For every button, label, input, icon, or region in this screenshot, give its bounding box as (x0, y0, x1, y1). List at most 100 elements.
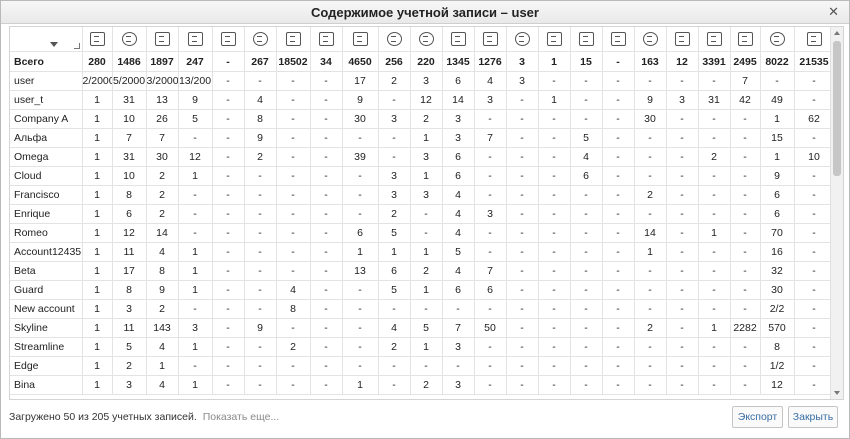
column-header[interactable] (178, 27, 213, 52)
table-row[interactable]: Company A 1 10 26 5-8- -30 3 2 3- - - - -30- - -1 62 (10, 109, 830, 129)
column-header[interactable] (760, 27, 795, 52)
table-cell: 9 (634, 90, 667, 110)
table-cell: 4 (570, 147, 603, 167)
table-cell: - (538, 223, 571, 243)
table-cell: - (378, 90, 411, 110)
show-more-link[interactable]: Показать еще... (203, 411, 280, 423)
table-row[interactable]: user_t 1 31 13 9-4- -9-12 14 3-1- -9 3 31 42 49- (10, 90, 830, 110)
table-cell: 9 (760, 166, 795, 186)
account-name-cell: Romeo (10, 223, 83, 243)
table-cell: 3 (442, 128, 475, 148)
table-row[interactable]: Bina 1 3 4 1- - - -1-2 3- - - - - - - - -12- (10, 375, 830, 395)
table-cell: - (244, 356, 277, 376)
column-header[interactable] (666, 27, 699, 52)
column-header[interactable] (794, 27, 830, 52)
table-cell: - (602, 318, 635, 338)
table-row[interactable]: Альфа 1 7 7- -9- - - -1 3 7- -5- - - - -15- (10, 128, 830, 148)
table-cell: - (378, 128, 411, 148)
table-row[interactable]: New account 1 3 2- - -8- - - - - - - - - - - - - -2/2- (10, 299, 830, 319)
column-header[interactable] (570, 27, 603, 52)
table-row[interactable]: Omega 1 31 30 12-2- -39-3 6- - -4- - -2-1 10 (10, 147, 830, 167)
name-column-header[interactable] (10, 27, 83, 52)
truck-icon (610, 32, 626, 46)
scrollbar-thumb[interactable] (833, 41, 841, 176)
table-scroll-area[interactable]: Всего 280 1486 1897 247-267 18502 34 4650 256 22… (10, 27, 830, 399)
table-row[interactable]: Guard 1 8 9 1- -4- -5 1 6 6- - - - - - - -30- (10, 280, 830, 300)
table-cell: - (378, 299, 411, 319)
column-header[interactable] (276, 27, 311, 52)
scroll-up-icon[interactable] (834, 31, 840, 35)
table-row[interactable]: Francisco 1 8 2- - - - - -3 3 4- - - - -2- - -6- (10, 185, 830, 205)
table-cell: 12 (112, 223, 147, 243)
table-row[interactable]: Romeo 1 12 14- - - - -6 5-4- - - - -14-1-70- (10, 223, 830, 243)
total-cell: 1 (538, 51, 571, 72)
column-header[interactable] (342, 27, 379, 52)
table-cell: - (212, 299, 245, 319)
column-header[interactable] (82, 27, 113, 52)
column-header[interactable] (602, 27, 635, 52)
table-cell: 3 (442, 109, 475, 129)
table-cell: - (666, 109, 699, 129)
table-cell: 9 (244, 128, 277, 148)
export-button[interactable]: Экспорт (732, 406, 783, 428)
table-cell: 4 (244, 90, 277, 110)
column-header[interactable] (410, 27, 443, 52)
table-cell: - (634, 261, 667, 281)
table-cell: - (310, 356, 343, 376)
table-row[interactable]: user 2/2000 5/2000 3/2000 13/200- - - -17 2 3 6 4 3-… (10, 71, 830, 91)
column-header[interactable] (112, 27, 147, 52)
column-header[interactable] (310, 27, 343, 52)
table-row[interactable]: Account12435 1 11 4 1- - - -1 1 1 5- - - - -1- - -16- (10, 242, 830, 262)
table-cell: - (474, 356, 507, 376)
column-header[interactable] (378, 27, 411, 52)
table-row[interactable]: Skyline 1 11 143 3-9- - -4 5 7 50- - - -2-1 2282 570- (10, 318, 830, 338)
total-cell: 220 (410, 51, 443, 72)
account-name-cell: Skyline (10, 318, 83, 338)
scroll-down-icon[interactable] (834, 391, 840, 395)
table-cell: 4 (146, 337, 179, 357)
column-header[interactable] (212, 27, 245, 52)
column-header[interactable] (698, 27, 731, 52)
table-row[interactable]: Edge 1 2 1- - - - - - - - - - - - - - - - - -1/2- (10, 356, 830, 376)
table-cell: - (506, 356, 539, 376)
table-row[interactable]: Cloud 1 10 2 1- - - - -3 1 6- - -6- - - - -9- (10, 166, 830, 186)
totals-label: Всего (10, 51, 83, 72)
close-icon[interactable]: ✕ (828, 5, 839, 19)
account-name-cell: Guard (10, 280, 83, 300)
column-header[interactable] (634, 27, 667, 52)
table-cell: - (794, 242, 830, 262)
close-button[interactable]: Закрыть (788, 406, 838, 428)
table-row[interactable]: Enrique 1 6 2- - - - - -2-4 3- - - - - - - -6- (10, 204, 830, 224)
table-cell: - (276, 166, 311, 186)
table-cell: 1 (82, 109, 113, 129)
table-cell: 1 (82, 223, 113, 243)
table-cell: - (244, 280, 277, 300)
column-header[interactable] (474, 27, 507, 52)
column-header[interactable] (506, 27, 539, 52)
table-cell: - (342, 185, 379, 205)
column-header[interactable] (538, 27, 571, 52)
table-cell: - (276, 223, 311, 243)
total-cell: - (212, 51, 245, 72)
table-cell: - (244, 261, 277, 281)
table-cell: - (698, 166, 731, 186)
table-cell: 5 (112, 337, 147, 357)
column-header[interactable] (244, 27, 277, 52)
table-cell: - (698, 337, 731, 357)
table-cell: - (474, 185, 507, 205)
column-header[interactable] (146, 27, 179, 52)
table-cell: 8 (112, 185, 147, 205)
table-row[interactable]: Beta 1 17 8 1- - - -13 6 2 4 7- - - - - - - -32- (10, 261, 830, 281)
table-row[interactable]: Streamline 1 5 4 1- -2- -2 1 3- - - - - - - - -8- (10, 337, 830, 357)
table-cell: 8 (276, 299, 311, 319)
table-cell: 7 (146, 128, 179, 148)
chevron-down-icon[interactable] (50, 42, 58, 47)
table-cell: 5/2000 (112, 71, 147, 91)
table-cell: 6 (112, 204, 147, 224)
vertical-scrollbar[interactable] (830, 27, 843, 399)
column-header[interactable] (730, 27, 761, 52)
table-cell: 8 (244, 109, 277, 129)
table-cell: 1 (82, 337, 113, 357)
table-cell: - (698, 261, 731, 281)
column-header[interactable] (442, 27, 475, 52)
